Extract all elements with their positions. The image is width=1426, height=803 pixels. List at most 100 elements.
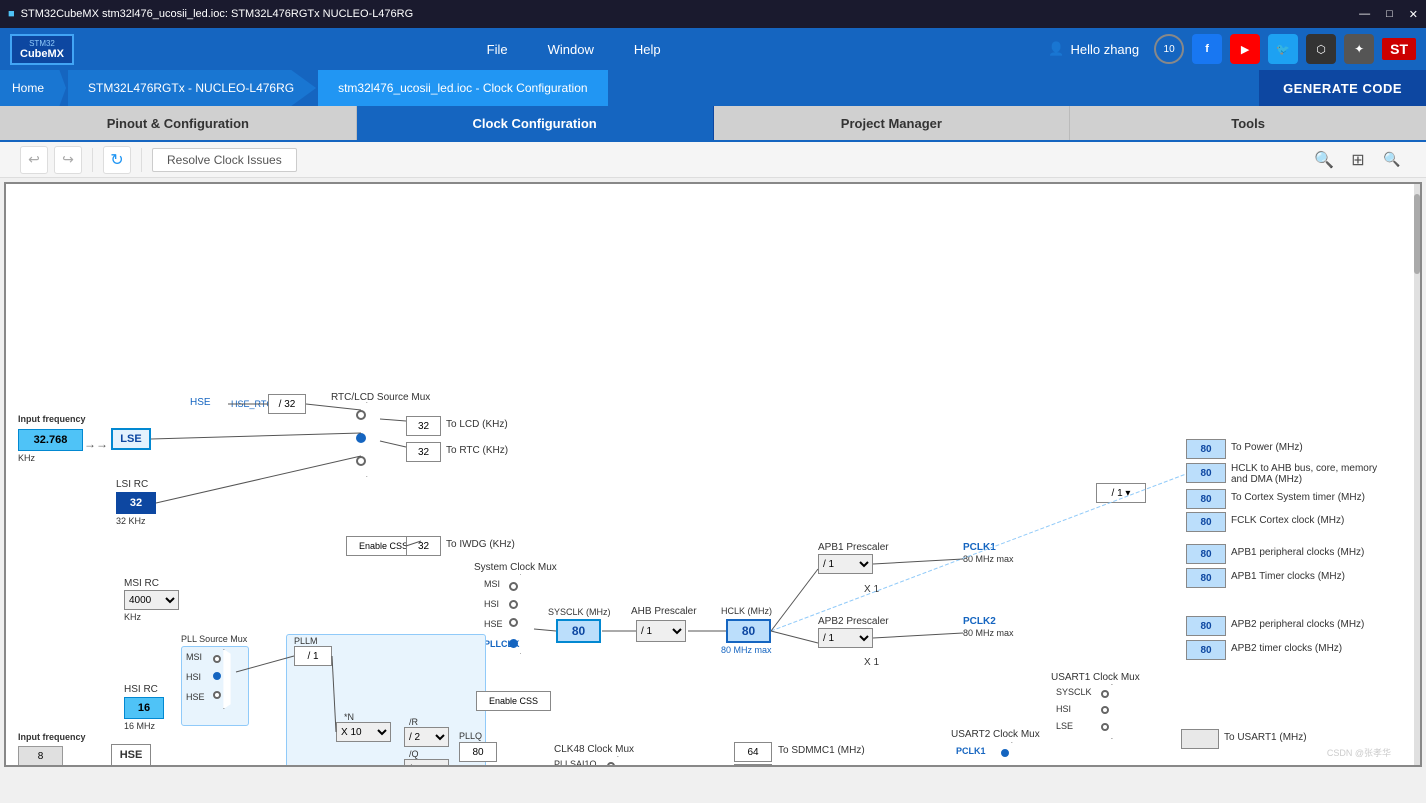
zoom-out-button[interactable]: 🔍 <box>1378 146 1406 174</box>
usart1-lse: LSE <box>1056 721 1073 731</box>
pllm-div-box[interactable]: / 1 <box>294 646 332 666</box>
file-menu[interactable]: File <box>487 42 508 57</box>
clock-diagram[interactable]: Input frequency 32.768 →→ KHz LSE HSE LS… <box>6 184 1420 765</box>
logo-top: STM32 <box>20 39 64 48</box>
st-network-icon[interactable]: ✦ <box>1344 34 1374 64</box>
usart2-pclk1: PCLK1 <box>956 746 986 756</box>
resolve-clock-button[interactable]: Resolve Clock Issues <box>152 148 297 172</box>
apb1-timer-label: APB1 Timer clocks (MHz) <box>1231 571 1345 582</box>
refresh-button[interactable]: ↻ <box>103 146 131 174</box>
hsi-val-box[interactable]: 16 <box>124 697 164 719</box>
pll-src-r3[interactable] <box>213 691 221 699</box>
apb2-timer-val[interactable]: 80 <box>1186 640 1226 660</box>
to-lcd-val[interactable]: 32 <box>406 416 441 436</box>
tab-clock[interactable]: Clock Configuration <box>357 106 714 140</box>
sysclk-mux-r4[interactable] <box>509 639 518 648</box>
to-lcd-label: To LCD (KHz) <box>446 419 508 430</box>
usart2-mux-label: USART2 Clock Mux <box>951 729 1040 740</box>
rtc-mux-radio-2[interactable] <box>356 433 366 443</box>
tab-tools[interactable]: Tools <box>1070 106 1426 140</box>
input-freq-value[interactable]: 32.768 <box>18 429 83 451</box>
pllq-select[interactable]: / 2 <box>404 759 449 765</box>
apb1-prescaler-label: APB1 Prescaler <box>818 542 889 553</box>
hclk-ahb-val[interactable]: 80 <box>1186 463 1226 483</box>
pllq-freq-box[interactable]: 80 <box>459 742 497 762</box>
redo-button[interactable]: ↪ <box>54 146 82 174</box>
close-button[interactable]: ✕ <box>1409 8 1418 21</box>
apb2-div-select[interactable]: / 1 <box>818 628 873 648</box>
scrollbar-right[interactable] <box>1414 184 1420 765</box>
usart2-r1[interactable] <box>1001 749 1009 757</box>
breadcrumb-bar: Home STM32L476RGTx - NUCLEO-L476RG stm32… <box>0 70 1426 106</box>
twitter-icon[interactable]: 🐦 <box>1268 34 1298 64</box>
menu-bar: STM32 CubeMX File Window Help 👤 Hello zh… <box>0 28 1426 70</box>
apb1-periph-label: APB1 peripheral clocks (MHz) <box>1231 547 1364 558</box>
sysclk-mux-r2[interactable] <box>509 600 518 609</box>
lsi-val-box[interactable]: 32 <box>116 492 156 514</box>
hclk-max-label: 80 MHz max <box>721 645 772 655</box>
usart2-sysclk: SYSCLK <box>956 764 992 765</box>
to-sdmmc-val[interactable]: 64 <box>734 742 772 762</box>
breadcrumb-home[interactable]: Home <box>0 70 66 106</box>
user-icon: 👤 <box>1048 41 1064 57</box>
toolbar: ↩ ↪ ↻ Resolve Clock Issues 🔍 ⊞ 🔍 <box>0 142 1426 178</box>
zoom-fit-button[interactable]: ⊞ <box>1344 146 1372 174</box>
msi-select[interactable]: 4000 <box>124 590 179 610</box>
lse-box[interactable]: LSE <box>111 428 151 450</box>
facebook-icon[interactable]: f <box>1192 34 1222 64</box>
maximize-button[interactable]: □ <box>1386 8 1393 21</box>
clk48-mux-label: CLK48 Clock Mux <box>554 744 634 755</box>
github-icon[interactable]: ⬡ <box>1306 34 1336 64</box>
apb2-timer-label: APB2 timer clocks (MHz) <box>1231 643 1342 654</box>
plln-select[interactable]: X 10 <box>336 722 391 742</box>
apb1-timer-val[interactable]: 80 <box>1186 568 1226 588</box>
rtc-mux-radio-3[interactable] <box>356 456 366 466</box>
usart1-r1[interactable] <box>1101 690 1109 698</box>
hclk-val-box[interactable]: 80 <box>726 619 771 643</box>
apb2-periph-val[interactable]: 80 <box>1186 616 1226 636</box>
tab-bar: Pinout & Configuration Clock Configurati… <box>0 106 1426 142</box>
hsi-unit: 16 MHz <box>124 721 155 731</box>
user-name: Hello zhang <box>1070 42 1139 57</box>
hse-box[interactable]: HSE <box>111 744 151 765</box>
pll-src-r2[interactable] <box>213 672 221 680</box>
to-iwdg-val[interactable]: 32 <box>406 536 441 556</box>
usart1-r2[interactable] <box>1101 706 1109 714</box>
hclk-label-top: HCLK (MHz) <box>721 606 772 616</box>
undo-button[interactable]: ↩ <box>20 146 48 174</box>
generate-code-button[interactable]: GENERATE CODE <box>1259 70 1426 106</box>
apb1-div-select[interactable]: / 1 <box>818 554 873 574</box>
usart1-hsi: HSI <box>1056 704 1071 714</box>
ahb-div-select[interactable]: / 1 <box>636 620 686 642</box>
zoom-in-button[interactable]: 🔍 <box>1310 146 1338 174</box>
hse-mux-label: HSE <box>484 619 503 629</box>
msi-unit: KHz <box>124 612 141 622</box>
window-menu[interactable]: Window <box>548 42 594 57</box>
input-freq2-val[interactable]: 8 <box>18 746 63 765</box>
cortex-val[interactable]: 80 <box>1186 489 1226 509</box>
minimize-button[interactable]: — <box>1359 8 1370 21</box>
sysclk-val-box[interactable]: 80 <box>556 619 601 643</box>
tab-pinout[interactable]: Pinout & Configuration <box>0 106 357 140</box>
pll-src-r1[interactable] <box>213 655 221 663</box>
cortex-div-box[interactable]: / 1 ▾ <box>1096 483 1146 503</box>
sysclk-mux-r1[interactable] <box>509 582 518 591</box>
enable-css-lower[interactable]: Enable CSS <box>476 691 551 711</box>
breadcrumb-board[interactable]: STM32L476RGTx - NUCLEO-L476RG <box>68 70 316 106</box>
fclk-val[interactable]: 80 <box>1186 512 1226 532</box>
breadcrumb-file[interactable]: stm32l476_ucosii_led.ioc - Clock Configu… <box>318 70 607 106</box>
to-usb-val[interactable]: 64 <box>734 764 772 765</box>
help-menu[interactable]: Help <box>634 42 661 57</box>
to-rtc-val[interactable]: 32 <box>406 442 441 462</box>
usart1-val[interactable] <box>1181 729 1219 749</box>
power-val-box[interactable]: 80 <box>1186 439 1226 459</box>
clk48-r1[interactable] <box>607 762 615 765</box>
apb1-periph-val[interactable]: 80 <box>1186 544 1226 564</box>
sysclk-mux-r3[interactable] <box>509 618 518 627</box>
div32-box[interactable]: / 32 <box>268 394 306 414</box>
rtc-mux-radio-1[interactable] <box>356 410 366 420</box>
tab-project[interactable]: Project Manager <box>714 106 1071 140</box>
youtube-icon[interactable]: ▶ <box>1230 34 1260 64</box>
usart1-r3[interactable] <box>1101 723 1109 731</box>
pllr-select[interactable]: / 2 <box>404 727 449 747</box>
